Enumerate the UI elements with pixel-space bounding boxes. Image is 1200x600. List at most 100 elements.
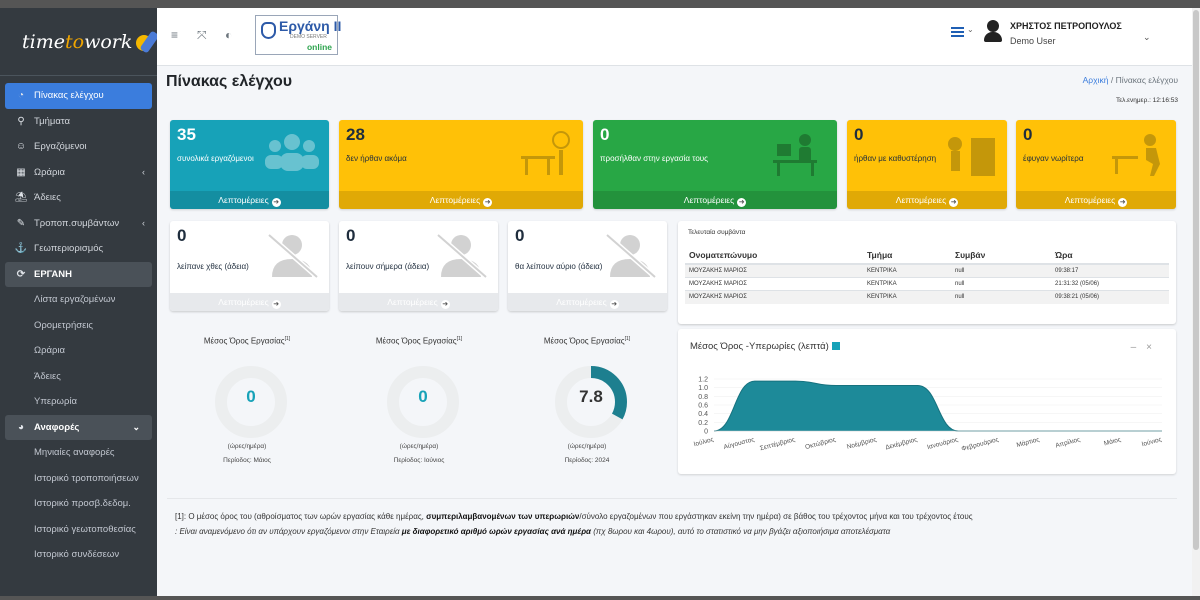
anchor-icon: ⚓: [14, 243, 28, 255]
sidebar-item-label: Αναφορές: [34, 421, 80, 433]
sidebar-item-reports[interactable]: ◕ Αναφορές ⌄: [5, 414, 152, 440]
greek-flag-icon[interactable]: [951, 27, 964, 37]
sidebar-item-geolocation-history[interactable]: Ιστορικό γεωτοποθεσίας: [0, 517, 157, 543]
donut-period: Περίοδος: Μάιος: [223, 457, 271, 464]
table-row[interactable]: ΜΟΥΖΑΚΗΣ ΜΑΡΙΟΣ ΚΕΝΤΡΙΚΑ null 21:31:32 (…: [685, 277, 1169, 291]
logo-text: timetowork: [22, 30, 133, 53]
breadcrumb-home-link[interactable]: Αρχική: [1083, 75, 1109, 85]
column-header[interactable]: Συμβάν: [951, 247, 1051, 265]
column-header[interactable]: Τμήμα: [863, 247, 951, 265]
sidebar-item-event-changes[interactable]: ✎ Τροποπ.συμβάντων ‹: [0, 211, 157, 237]
sidebar-item-label: Τροποπ.συμβάντων: [34, 217, 120, 229]
details-link[interactable]: Λεπτομέρειες ➜: [339, 191, 583, 209]
pie-chart-icon: ◕: [17, 421, 25, 433]
sidebar-item-monthly-reports[interactable]: Μηνιαίες αναφορές: [0, 440, 157, 466]
sidebar-item-schedules[interactable]: ▦ Ωράρια ‹: [0, 160, 157, 186]
user-role: Demo User: [1010, 36, 1056, 46]
person-at-desk-icon: [773, 134, 817, 176]
ergani-logo: Εργάνη II DEMO SERVER online: [255, 15, 341, 55]
details-link[interactable]: Λεπτομέρειες ➜: [1016, 191, 1176, 209]
table-row[interactable]: ΜΟΥΖΑΚΗΣ ΜΑΡΙΟΣ ΚΕΝΤΡΙΚΑ null 09:38:21 (…: [685, 290, 1169, 304]
sidebar-item-ergani[interactable]: ⟳ ΕΡΓΑΝΗ: [5, 261, 152, 287]
y-tick-label: 0.8: [698, 394, 708, 401]
stat-value: 0: [854, 125, 864, 144]
sidebar-item-time-measurements[interactable]: Ορομετρήσεις: [0, 313, 157, 339]
details-link[interactable]: Λεπτομέρειες ➜: [339, 293, 498, 311]
table-row[interactable]: ΜΟΥΖΑΚΗΣ ΜΑΡΙΟΣ ΚΕΝΤΡΙΚΑ null 09:38:17: [685, 263, 1169, 278]
user-name[interactable]: ΧΡΗΣΤΟΣ ΠΕΤΡΟΠΟΥΛΟΣ: [1010, 21, 1122, 31]
beach-icon: ⛱: [14, 192, 28, 204]
edit-icon: ✎: [16, 217, 26, 229]
sidebar-item-employees[interactable]: ☺ Εργαζόμενοι: [0, 134, 157, 160]
sidebar-item-geofence[interactable]: ⚓ Γεωπεριορισμός: [0, 236, 157, 262]
chevron-down-icon[interactable]: ⌄: [967, 25, 974, 34]
sidebar-item-label: ΕΡΓΑΝΗ: [34, 268, 72, 280]
table-cell: ΚΕΝΤΡΙΚΑ: [863, 277, 951, 291]
fullscreen-icon[interactable]: ⤧: [197, 28, 207, 43]
sidebar-item-leaves[interactable]: ⛱ Άδειες: [0, 185, 157, 211]
stat-label: ήρθαν με καθυστέρηση: [854, 154, 937, 163]
y-tick-label: 1.0: [698, 385, 708, 392]
sidebar-item-dashboard[interactable]: ◔ Πίνακας ελέγχου: [5, 83, 152, 109]
stat-label: λείπουν σήμερα (άδεια): [346, 262, 430, 271]
column-header[interactable]: Ώρα: [1051, 247, 1169, 265]
stat-value: 0: [515, 226, 525, 245]
page-scrollbar[interactable]: [1192, 8, 1200, 596]
sidebar-item-ergani-schedules[interactable]: Ωράρια: [0, 338, 157, 364]
footnote-line-2: : Είναι αναμενόμενο ότι αν υπάρχουν εργα…: [175, 527, 891, 536]
details-link[interactable]: Λεπτομέρειες ➜: [170, 191, 329, 209]
sidebar-item-ergani-leaves[interactable]: Άδειες: [0, 364, 157, 390]
divider: [167, 498, 1177, 499]
app-logo[interactable]: timetowork: [0, 8, 160, 76]
details-link[interactable]: Λεπτομέρειες ➜: [593, 191, 837, 209]
sidebar-item-label: Ιστορικό συνδέσεων: [34, 549, 120, 561]
person-leaving-icon: [1112, 134, 1160, 176]
sidebar-item-label: Ωράρια: [34, 345, 66, 357]
details-link[interactable]: Λεπτομέρειες ➜: [847, 191, 1007, 209]
legend-swatch[interactable]: [831, 342, 840, 350]
details-link[interactable]: Λεπτομέρειες ➜: [170, 293, 329, 311]
sidebar-item-employee-list[interactable]: Λίστα εργαζομένων: [0, 287, 157, 313]
user-menu-chevron-icon[interactable]: ⌄: [1143, 32, 1151, 43]
dashboard-icon: ◔: [17, 90, 25, 102]
ergani-status: online: [306, 42, 332, 52]
sidebar-item-label: Ιστορικό προσβ.δεδομ.: [34, 498, 131, 510]
arrow-right-icon: ➜: [949, 198, 959, 207]
user-avatar-icon[interactable]: [984, 20, 1002, 42]
y-tick-label: 0.4: [698, 411, 708, 418]
x-tick-label: Σεπτέμβριος: [759, 435, 796, 452]
sidebar-item-label: Μηνιαίες αναφορές: [34, 447, 115, 459]
sidebar-item-departments[interactable]: ⚲ Τμήματα: [0, 109, 157, 135]
x-tick-label: Ιούνιος: [1141, 435, 1163, 448]
donut-title: Μέσος Όρος Εργασίας[1]: [375, 336, 463, 346]
sidebar-item-login-history[interactable]: Ιστορικό συνδέσεων: [0, 542, 157, 568]
hamburger-menu-icon[interactable]: ≡: [171, 28, 178, 42]
donut-unit: (ώρες/ημέρα): [399, 443, 439, 450]
theme-toggle-icon[interactable]: ◐: [225, 28, 232, 42]
donut-period: Περίοδος: 2024: [564, 457, 610, 464]
arrow-right-icon: ➜: [440, 300, 450, 309]
minimize-icon[interactable]: –: [1131, 342, 1147, 353]
table-cell: ΚΕΝΤΡΙΚΑ: [863, 290, 951, 304]
avg-work-card-june: Μέσος Όρος Εργασίας[1] 0 (ώρες/ημέρα) Πε…: [333, 328, 505, 478]
sidebar-item-overtime[interactable]: Υπερωρία: [0, 389, 157, 415]
x-tick-label: Νοέμβριος: [846, 435, 878, 451]
details-link[interactable]: Λεπτομέρειες ➜: [508, 293, 667, 311]
sidebar-item-label: Ωράρια: [34, 166, 66, 178]
sidebar-item-label: Άδειες: [34, 370, 61, 382]
sidebar-item-change-history[interactable]: Ιστορικό τροποποιήσεων: [0, 466, 157, 492]
avg-work-card-year: Μέσος Όρος Εργασίας[1] 7.8 (ώρες/ημέρα) …: [501, 328, 673, 478]
sidebar-item-label: Άδειες: [34, 192, 61, 204]
scrollbar-thumb[interactable]: [1193, 10, 1199, 550]
stat-late: 0 ήρθαν με καθυστέρηση Λεπτομέρειες ➜: [847, 120, 1007, 209]
table-cell: 09:38:17: [1051, 263, 1169, 278]
sidebar-item-label: Ιστορικό τροποποιήσεων: [34, 472, 139, 484]
series-area: [714, 381, 1162, 431]
sidebar-item-access-history[interactable]: Ιστορικό προσβ.δεδομ.: [0, 491, 157, 517]
y-tick-label: 0: [704, 429, 708, 436]
stat-absent-tomorrow: 0 θα λείπουν αύριο (άδεια) Λεπτομέρειες ➜: [508, 221, 667, 311]
calendar-icon: ▦: [16, 166, 26, 178]
table-cell: ΜΟΥΖΑΚΗΣ ΜΑΡΙΟΣ: [685, 277, 863, 291]
column-header[interactable]: Ονοματεπώνυμο: [685, 247, 863, 265]
close-icon[interactable]: ×: [1146, 342, 1162, 353]
